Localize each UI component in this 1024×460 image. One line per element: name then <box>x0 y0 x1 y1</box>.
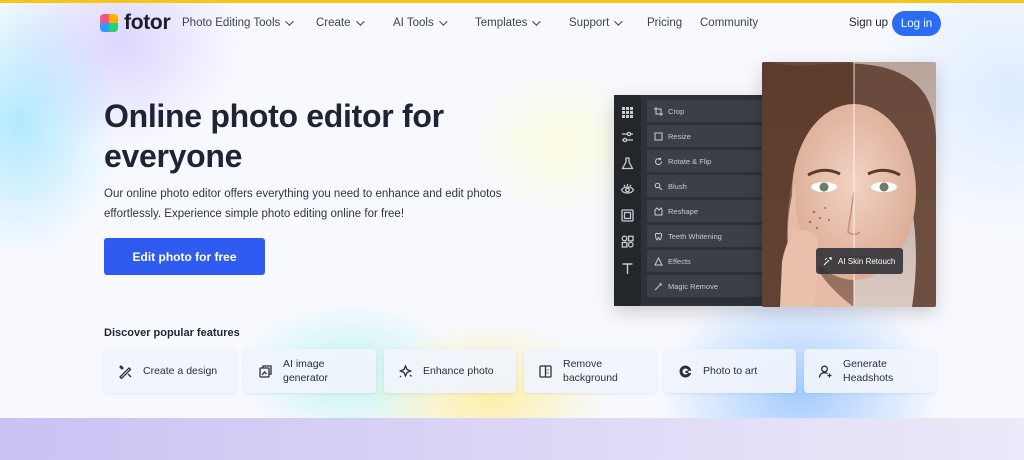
resize-icon <box>654 132 663 140</box>
nav-support[interactable]: Support <box>569 17 623 29</box>
chevron-down-icon <box>532 17 542 26</box>
frame-icon <box>620 208 635 223</box>
tool-teeth-whitening[interactable]: Teeth Whitening <box>647 225 764 247</box>
feature-generate-headshots[interactable]: Generate Headshots <box>804 349 936 393</box>
feature-create-a-design[interactable]: Create a design <box>104 349 236 393</box>
ai-skin-retouch-badge: AI Skin Retouch <box>816 248 903 274</box>
tool-blush[interactable]: Blush <box>647 175 764 197</box>
feature-enhance-photo[interactable]: Enhance photo <box>384 349 516 393</box>
sign-up-link[interactable]: Sign up <box>849 17 888 29</box>
tool-magic-remove[interactable]: Magic Remove <box>647 275 764 297</box>
magic-wand-icon <box>823 257 832 266</box>
nav-ai-tools[interactable]: AI Tools <box>393 17 448 29</box>
nav-photo-editing-tools[interactable]: Photo Editing Tools <box>182 17 294 29</box>
design-tools-icon <box>118 364 133 379</box>
hero-description: Our online photo editor offers everythin… <box>104 188 502 220</box>
tool-resize[interactable]: Resize <box>647 125 764 147</box>
editor-preview-panel: Crop Resize Rotate & Flip Blush Reshape … <box>614 95 764 306</box>
nav-create[interactable]: Create <box>316 17 365 29</box>
chevron-down-icon <box>614 17 623 26</box>
crop-icon <box>654 106 663 116</box>
chevron-down-icon <box>355 17 365 26</box>
rotate-icon <box>655 157 663 165</box>
editor-tool-strip <box>614 95 641 306</box>
tool-effects[interactable]: Effects <box>647 250 764 272</box>
art-icon <box>678 364 693 379</box>
text-icon <box>620 261 635 276</box>
fotor-logo[interactable]: fotor <box>100 11 171 35</box>
ai-image-icon <box>258 364 273 379</box>
feature-photo-to-art[interactable]: Photo to art <box>664 349 796 393</box>
grid-icon <box>620 105 635 120</box>
log-in-button[interactable]: Log in <box>892 11 941 36</box>
tool-reshape[interactable]: Reshape <box>647 200 764 222</box>
chevron-down-icon <box>438 17 448 26</box>
chevron-down-icon <box>285 17 294 26</box>
tool-rotate-flip[interactable]: Rotate & Flip <box>647 150 764 172</box>
magic-remove-icon <box>654 282 662 290</box>
brand-name: fotor <box>124 11 171 34</box>
feature-ai-image-generator[interactable]: AI image generator <box>244 349 376 393</box>
nav-community[interactable]: Community <box>700 17 758 29</box>
eye-icon <box>620 182 635 197</box>
fotor-logo-icon <box>100 14 118 32</box>
sliders-icon <box>620 130 635 145</box>
headshot-icon <box>818 364 833 379</box>
enhance-icon <box>398 363 413 379</box>
features-heading: Discover popular features <box>104 327 240 339</box>
hero-headline: Online photo editor for everyone <box>104 98 444 174</box>
shapes-icon <box>620 234 635 249</box>
remove-bg-icon <box>538 364 553 379</box>
blush-icon <box>654 182 663 190</box>
top-navigation: fotor Photo Editing Tools Create AI Tool… <box>0 3 1024 45</box>
bottom-gradient-band <box>0 418 1024 460</box>
nav-templates[interactable]: Templates <box>475 17 542 29</box>
nav-pricing[interactable]: Pricing <box>647 17 682 29</box>
edit-photo-button[interactable]: Edit photo for free <box>104 238 265 275</box>
tooth-icon <box>654 232 663 241</box>
effects-icon <box>654 256 663 265</box>
reshape-icon <box>654 206 663 215</box>
tool-crop[interactable]: Crop <box>647 100 764 122</box>
flask-icon <box>620 156 635 171</box>
feature-remove-background[interactable]: Remove background <box>524 349 656 393</box>
